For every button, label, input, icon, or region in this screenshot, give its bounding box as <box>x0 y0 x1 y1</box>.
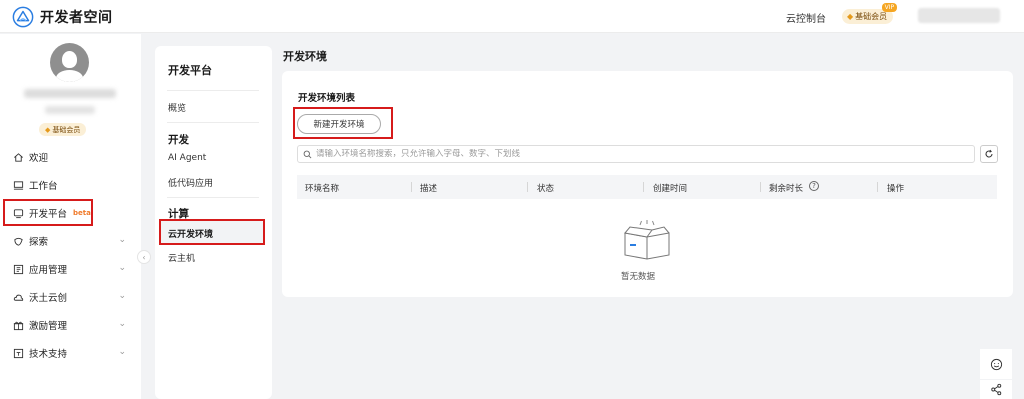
page-title: 开发环境 <box>283 50 327 63</box>
cloud-icon <box>12 291 24 303</box>
gift-icon <box>12 319 24 331</box>
refresh-button[interactable] <box>980 145 998 163</box>
secondary-nav-title: 开发平台 <box>168 64 212 77</box>
chevron-left-icon: ‹ <box>142 252 146 262</box>
collapse-sidebar-button[interactable]: ‹ <box>137 250 151 264</box>
chevron-down-icon: ⌄ <box>118 263 126 273</box>
sidebar-member-badge[interactable]: ◆ 基础会员 <box>39 123 87 136</box>
highlight-box-cloud-dev-env <box>159 219 265 245</box>
divider <box>167 90 259 91</box>
sidebar-item-label: 探索 <box>29 237 49 248</box>
chevron-down-icon: ⌄ <box>118 319 126 329</box>
empty-box-icon <box>624 220 670 260</box>
user-id-blurred <box>45 106 95 114</box>
help-circle-icon[interactable]: ? <box>809 181 819 191</box>
user-name-blurred[interactable] <box>918 8 1000 23</box>
col-env-name: 环境名称 <box>305 184 340 194</box>
nav-lowcode[interactable]: 低代码应用 <box>168 176 213 189</box>
sidebar-item-support[interactable]: 技术支持 ⌄ <box>0 342 141 364</box>
top-bar: 开发者空间 云控制台 ◆ 基础会员 VIP <box>0 0 1024 33</box>
diamond-icon: ◆ <box>847 12 854 21</box>
col-separator <box>411 182 412 192</box>
avatar-body-shape <box>56 70 83 82</box>
divider <box>167 122 259 123</box>
col-created-time: 创建时间 <box>653 184 688 194</box>
sidebar-member-label: 基础会员 <box>52 125 81 134</box>
highlight-box-dev-platform <box>3 199 93 226</box>
monitor-icon <box>12 179 24 191</box>
user-name-blurred <box>24 89 116 98</box>
share-button[interactable] <box>980 380 1012 399</box>
logo-icon <box>12 6 34 28</box>
section-dev: 开发 <box>168 134 189 146</box>
diamond-icon: ◆ <box>45 125 51 134</box>
col-description: 描述 <box>420 184 438 194</box>
col-actions: 操作 <box>887 184 905 194</box>
sidebar-item-label: 技术支持 <box>29 349 68 360</box>
sidebar-item-app-manage[interactable]: 应用管理 ⌄ <box>0 258 141 280</box>
divider <box>167 197 259 198</box>
member-badge-label: 基础会员 <box>855 12 888 21</box>
sidebar-item-label: 工作台 <box>29 181 58 192</box>
vip-tag: VIP <box>881 3 898 12</box>
empty-state-text: 暂无数据 <box>621 272 656 282</box>
chevron-down-icon: ⌄ <box>118 347 126 357</box>
sidebar-item-explore[interactable]: 探索 ⌄ <box>0 230 141 252</box>
support-icon <box>12 347 24 359</box>
env-list-panel: 开发环境列表 新建开发环境 环境名称 描述 状态 创建时间 剩余时长 ? 操作 … <box>282 71 1013 297</box>
member-badge[interactable]: ◆ 基础会员 VIP <box>842 3 898 24</box>
app-logo[interactable]: 开发者空间 <box>12 6 113 28</box>
sidebar-item-label: 欢迎 <box>29 153 49 164</box>
col-separator <box>643 182 644 192</box>
search-icon <box>303 150 312 158</box>
console-link[interactable]: 云控制台 <box>786 10 826 25</box>
nav-cloud-host[interactable]: 云主机 <box>168 251 195 264</box>
col-remaining-time: 剩余时长 <box>769 184 804 194</box>
refresh-icon <box>985 149 993 158</box>
col-separator <box>877 182 878 192</box>
nav-overview[interactable]: 概览 <box>168 101 186 114</box>
sidebar-item-label: 激励管理 <box>29 321 68 332</box>
app-title: 开发者空间 <box>40 10 113 26</box>
panel-title: 开发环境列表 <box>298 93 356 104</box>
col-status: 状态 <box>537 184 555 194</box>
app-manage-icon <box>12 263 24 275</box>
home-icon <box>12 151 24 163</box>
feedback-button[interactable] <box>980 349 1012 379</box>
sidebar-item-label: 沃土云创 <box>29 293 68 304</box>
avatar[interactable] <box>50 43 89 82</box>
sidebar-item-wotu[interactable]: 沃土云创 ⌄ <box>0 286 141 308</box>
chevron-down-icon: ⌄ <box>118 235 126 245</box>
explore-icon <box>12 235 24 247</box>
highlight-box-new-env <box>293 107 393 139</box>
nav-ai-agent[interactable]: AI Agent <box>168 153 206 163</box>
sidebar-item-label: 应用管理 <box>29 265 68 276</box>
col-separator <box>527 182 528 192</box>
col-separator <box>760 182 761 192</box>
sidebar-item-welcome[interactable]: 欢迎 <box>0 146 141 168</box>
search-input[interactable] <box>316 149 956 159</box>
sidebar-item-incentive[interactable]: 激励管理 ⌄ <box>0 314 141 336</box>
sidebar-item-workbench[interactable]: 工作台 <box>0 174 141 196</box>
search-box[interactable] <box>297 145 975 163</box>
table-header: 环境名称 描述 状态 创建时间 剩余时长 ? 操作 <box>297 175 997 199</box>
share-icon <box>990 383 1001 396</box>
smile-icon <box>990 358 1002 370</box>
chevron-down-icon: ⌄ <box>118 291 126 301</box>
avatar-head-shape <box>62 51 77 68</box>
